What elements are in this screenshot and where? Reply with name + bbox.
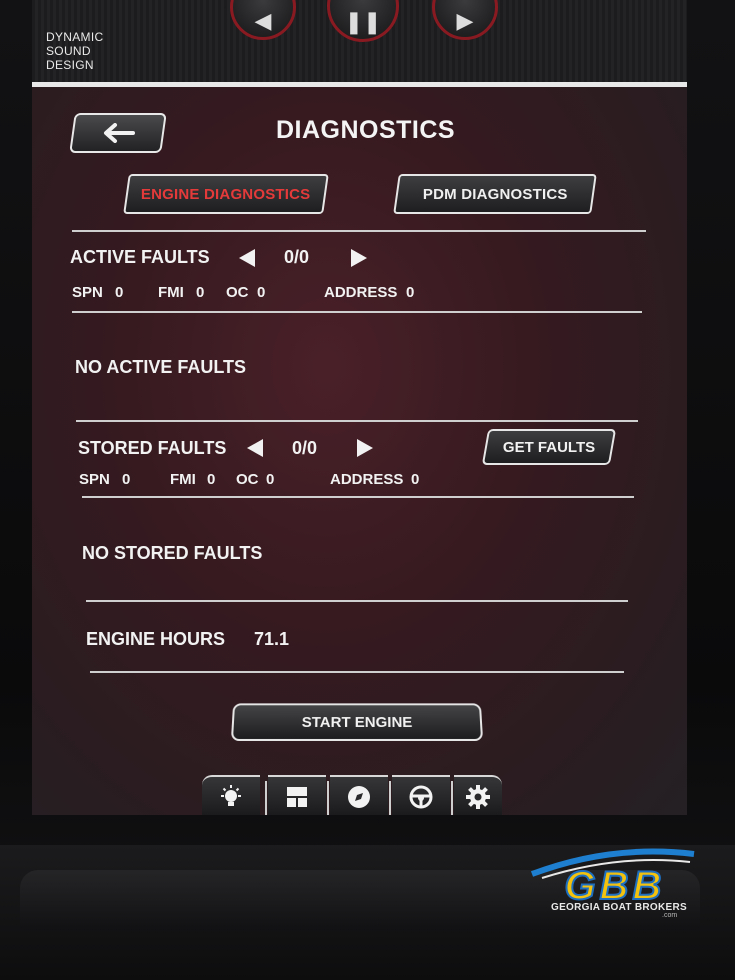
active-address-value: 0	[406, 284, 415, 301]
tab-engine-diagnostics-label: ENGINE DIAGNOSTICS	[141, 185, 311, 203]
stored-spn-value: 0	[122, 471, 131, 488]
page-title: DIAGNOSTICS	[275, 116, 456, 144]
tab-engine-diagnostics[interactable]: ENGINE DIAGNOSTICS	[123, 174, 329, 214]
stored-faults-prev-button[interactable]	[244, 436, 266, 460]
active-fmi-value: 0	[196, 284, 205, 301]
tab-pdm-diagnostics-label: PDM DIAGNOSTICS	[422, 185, 568, 203]
stored-spn-label: SPN	[79, 471, 110, 488]
get-faults-button[interactable]: GET FAULTS	[481, 429, 617, 465]
pause-icon: ❚❚	[344, 9, 382, 34]
no-stored-faults-message: NO STORED FAULTS	[82, 543, 263, 563]
play-icon: ▶	[456, 8, 474, 33]
engine-hours-value: 71.1	[254, 629, 290, 649]
stored-address-value: 0	[411, 471, 420, 488]
nav-separator	[451, 781, 453, 815]
touch-screen: DYNAMIC SOUND DESIGN ◀ ❚❚ ▶ DIAGNOSTICS …	[32, 0, 687, 815]
divider	[86, 600, 628, 602]
nav-tab-dashboard[interactable]	[268, 775, 326, 815]
steering-wheel-icon	[409, 785, 433, 809]
brand-line-3: DESIGN	[46, 58, 94, 72]
nav-tab-settings[interactable]	[454, 775, 502, 815]
gear-icon	[466, 785, 490, 809]
bottom-nav	[202, 775, 502, 815]
active-faults-prev-button[interactable]	[236, 246, 258, 270]
active-fmi-label: FMI	[158, 284, 184, 301]
stored-address-label: ADDRESS	[330, 471, 404, 488]
rewind-icon: ◀	[254, 8, 272, 33]
no-active-faults-message: NO ACTIVE FAULTS	[75, 357, 246, 377]
brand-logo: DYNAMIC SOUND DESIGN	[46, 30, 136, 72]
active-spn-value: 0	[115, 284, 124, 301]
get-faults-label: GET FAULTS	[502, 438, 596, 456]
nav-tab-steering[interactable]	[392, 775, 450, 815]
nav-tab-lighting[interactable]	[202, 775, 260, 815]
compass-icon	[348, 786, 370, 808]
stored-oc-value: 0	[266, 471, 275, 488]
triangle-right-icon	[357, 439, 373, 457]
nav-separator	[389, 781, 391, 815]
stored-faults-counter: 0/0	[292, 438, 318, 458]
triangle-right-icon	[351, 249, 367, 267]
start-engine-label: START ENGINE	[301, 713, 413, 731]
divider	[72, 230, 646, 232]
brand-line-1: DYNAMIC	[46, 30, 104, 44]
stored-oc-label: OC	[236, 471, 259, 488]
start-engine-button[interactable]: START ENGINE	[230, 703, 484, 741]
triangle-left-icon	[239, 249, 255, 267]
divider	[72, 311, 642, 313]
divider	[82, 496, 634, 498]
nav-separator	[327, 781, 329, 815]
brand-line-2: SOUND	[46, 44, 91, 58]
active-address-label: ADDRESS	[324, 284, 398, 301]
active-spn-label: SPN	[72, 284, 103, 301]
engine-hours-label: ENGINE HOURS	[86, 629, 226, 649]
active-faults-counter: 0/0	[284, 247, 310, 267]
dashboard-icon	[287, 787, 307, 807]
divider	[76, 420, 638, 422]
watermark-sub: .com	[662, 912, 678, 919]
stored-fmi-value: 0	[207, 471, 216, 488]
divider	[90, 671, 624, 673]
lightbulb-icon	[221, 785, 241, 806]
active-faults-label: ACTIVE FAULTS	[70, 247, 210, 267]
georgia-boat-brokers-watermark: GBB GEORGIA BOAT BROKERS .com	[522, 840, 702, 920]
active-oc-value: 0	[257, 284, 266, 301]
top-bar-divider	[32, 82, 687, 87]
nav-separator	[265, 781, 267, 815]
triangle-left-icon	[247, 439, 263, 457]
stored-fmi-label: FMI	[170, 471, 196, 488]
active-faults-next-button[interactable]	[348, 246, 370, 270]
tab-pdm-diagnostics[interactable]: PDM DIAGNOSTICS	[393, 174, 597, 214]
stored-faults-next-button[interactable]	[354, 436, 376, 460]
stored-faults-label: STORED FAULTS	[78, 438, 227, 458]
active-oc-label: OC	[226, 284, 249, 301]
nav-tab-navigation[interactable]	[330, 775, 388, 815]
